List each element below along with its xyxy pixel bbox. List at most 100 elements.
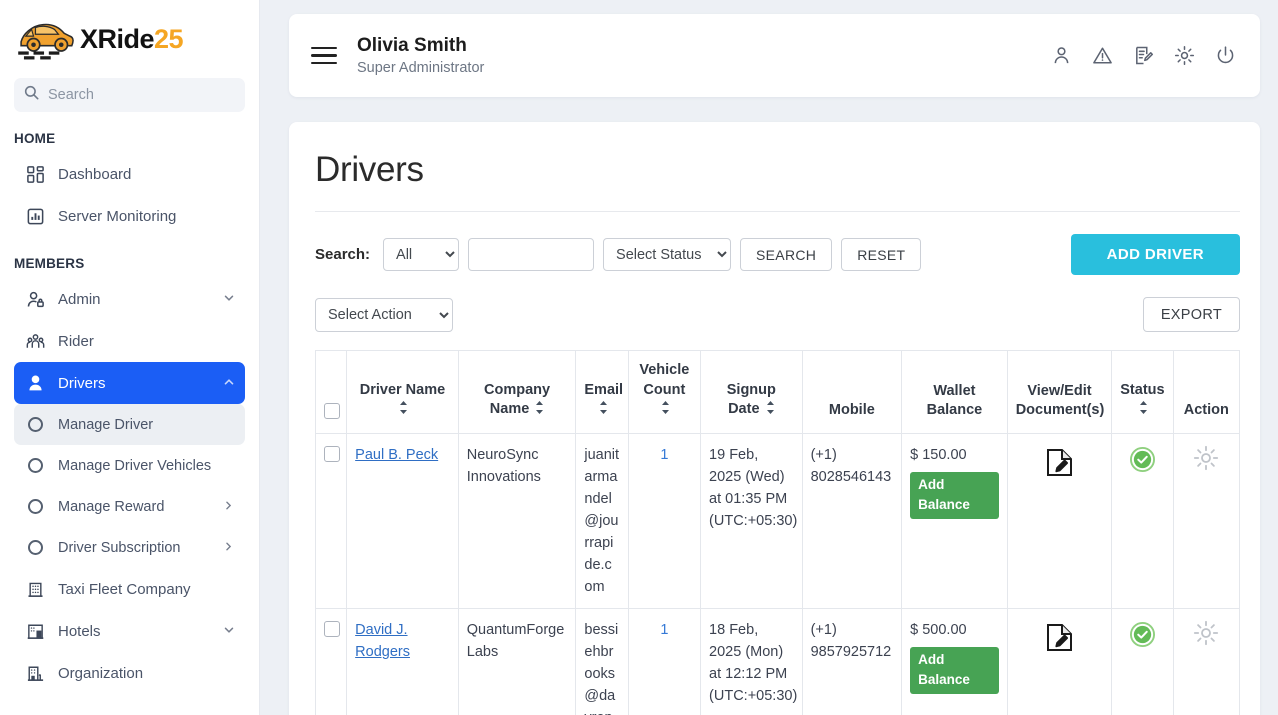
cell-documents	[1006, 607, 1113, 715]
cell-action	[1172, 607, 1240, 715]
hamburger-icon[interactable]	[311, 42, 337, 70]
sidebar-item-taxi-fleet-company[interactable]: Taxi Fleet Company	[14, 568, 245, 610]
search-scope-select[interactable]: All	[383, 238, 460, 271]
profile-icon[interactable]	[1051, 45, 1072, 66]
table-head: Driver Name Company Name Email Vehicle C…	[315, 350, 1240, 434]
add-balance-button[interactable]: Add Balance	[910, 471, 999, 519]
chevron-right-icon	[223, 540, 235, 556]
add-driver-button[interactable]: ADD DRIVER	[1070, 234, 1240, 275]
sidebar-search[interactable]	[14, 78, 245, 112]
vehicle-count-link[interactable]: 1	[660, 447, 668, 463]
sidebar-item-label: Manage Driver Vehicles	[58, 457, 212, 474]
cell-mobile: (+1) 8028546143	[801, 432, 903, 609]
col-company-name[interactable]: Company Name	[457, 350, 577, 434]
sidebar-item-drivers[interactable]: Drivers	[14, 362, 245, 404]
search-input[interactable]	[48, 87, 235, 103]
col-action: Action	[1172, 350, 1240, 434]
sort-icon[interactable]	[399, 401, 408, 421]
row-select-cell	[315, 607, 348, 715]
sort-icon[interactable]	[661, 401, 670, 421]
chevron-right-icon	[223, 499, 235, 515]
status-active-icon[interactable]	[1129, 621, 1155, 654]
organization-building-icon	[22, 664, 48, 683]
brand-logo[interactable]: XRide25	[0, 0, 259, 72]
page-title: Drivers	[315, 150, 424, 189]
nav-section-members: MEMBERS	[14, 256, 85, 271]
sidebar-item-driver-subscription[interactable]: Driver Subscription	[14, 527, 245, 568]
table-row: Paul B. Peck NeuroSync Innovations juani…	[315, 432, 1240, 609]
sidebar-item-label: Taxi Fleet Company	[58, 580, 191, 598]
sidebar-item-manage-reward[interactable]: Manage Reward	[14, 486, 245, 527]
sidebar-item-admin[interactable]: Admin	[14, 278, 245, 320]
mobile-country-code: (+1)	[810, 621, 837, 638]
col-view-edit-documents: View/Edit Document(s)	[1006, 350, 1113, 434]
sidebar-item-hotels[interactable]: Hotels	[14, 610, 245, 652]
cell-signup-date: 19 Feb, 2025 (Wed) at 01:35 PM (UTC:+05:…	[700, 432, 803, 609]
reset-button[interactable]: RESET	[841, 238, 922, 271]
signup-date-line1: 19 Feb, 2025 (Wed)	[709, 446, 785, 485]
row-checkbox[interactable]	[324, 445, 340, 462]
edit-document-icon[interactable]	[1133, 45, 1154, 66]
table-row: David J. Rodgers QuantumForge Labs bessi…	[315, 607, 1240, 715]
filter-toolbar: Search: All Select Status SEARCH RESET A…	[315, 234, 1240, 275]
cell-status	[1111, 432, 1174, 609]
power-icon[interactable]	[1215, 45, 1236, 66]
search-button[interactable]: SEARCH	[740, 238, 833, 271]
row-checkbox[interactable]	[324, 620, 340, 637]
sidebar-item-rider[interactable]: Rider	[14, 320, 245, 362]
col-email[interactable]: Email	[575, 350, 629, 434]
col-signup-date[interactable]: Signup Date	[700, 350, 803, 434]
col-status[interactable]: Status	[1111, 350, 1174, 434]
signup-date-line1: 18 Feb, 2025 (Mon)	[709, 621, 784, 660]
add-balance-button[interactable]: Add Balance	[910, 646, 999, 694]
edit-document-icon[interactable]	[1046, 448, 1073, 484]
sort-icon[interactable]	[599, 401, 608, 421]
gear-icon[interactable]	[1193, 620, 1219, 653]
sort-icon[interactable]	[766, 401, 775, 421]
alert-triangle-icon[interactable]	[1092, 45, 1113, 66]
vehicle-count-link[interactable]: 1	[660, 622, 668, 638]
search-text-input[interactable]	[468, 238, 595, 271]
sidebar-item-organization[interactable]: Organization	[14, 652, 245, 694]
wallet-amount: $ 150.00	[910, 446, 967, 463]
search-label: Search:	[315, 246, 371, 263]
cell-signup-date: 18 Feb, 2025 (Mon) at 12:12 PM (UTC:+05:…	[700, 607, 803, 715]
sidebar-item-manage-driver[interactable]: Manage Driver	[14, 404, 245, 445]
sidebar-item-label: Hotels	[58, 622, 101, 640]
select-action-dropdown[interactable]: Select Action	[315, 297, 453, 332]
user-role: Super Administrator	[357, 60, 485, 76]
chevron-up-icon	[223, 375, 235, 392]
cell-wallet-balance: $ 500.00 Add Balance	[901, 607, 1008, 715]
sidebar-item-label: Rider	[58, 332, 94, 350]
gear-icon[interactable]	[1193, 445, 1219, 478]
title-divider	[315, 211, 1240, 212]
export-button[interactable]: EXPORT	[1142, 297, 1240, 332]
sidebar-item-dashboard[interactable]: Dashboard	[14, 153, 245, 195]
sort-icon[interactable]	[1139, 401, 1148, 421]
status-filter-select[interactable]: Select Status	[603, 238, 732, 271]
sidebar-item-manage-driver-vehicles[interactable]: Manage Driver Vehicles	[14, 445, 245, 486]
signup-date-line2: at 12:12 PM (UTC:+05:30)	[709, 665, 798, 704]
car-logo-icon	[14, 17, 76, 61]
cell-email: bessiehbrooks@dayrep.com	[575, 607, 629, 715]
col-mobile: Mobile	[801, 350, 903, 434]
row-select-cell	[315, 432, 348, 609]
edit-document-icon[interactable]	[1046, 623, 1073, 659]
select-all-checkbox[interactable]	[324, 403, 340, 420]
col-driver-name[interactable]: Driver Name	[346, 350, 459, 434]
chevron-down-icon	[223, 291, 235, 308]
cell-company-name: NeuroSync Innovations	[457, 432, 577, 609]
sort-icon[interactable]	[535, 401, 544, 421]
col-vehicle-count[interactable]: Vehicle Count	[627, 350, 702, 434]
driver-name-link[interactable]: David J. Rodgers	[355, 622, 410, 660]
table-header-row: Driver Name Company Name Email Vehicle C…	[315, 350, 1240, 434]
search-icon	[24, 85, 39, 105]
status-active-icon[interactable]	[1129, 446, 1155, 479]
mobile-number: 8028546143	[810, 468, 892, 485]
driver-name-link[interactable]: Paul B. Peck	[355, 447, 438, 463]
cell-vehicle-count: 1	[627, 432, 702, 609]
gear-icon[interactable]	[1174, 45, 1195, 66]
sidebar-item-server-monitoring[interactable]: Server Monitoring	[14, 195, 245, 237]
sidebar-item-label: Driver Subscription	[58, 539, 181, 556]
circle-icon	[22, 499, 48, 514]
